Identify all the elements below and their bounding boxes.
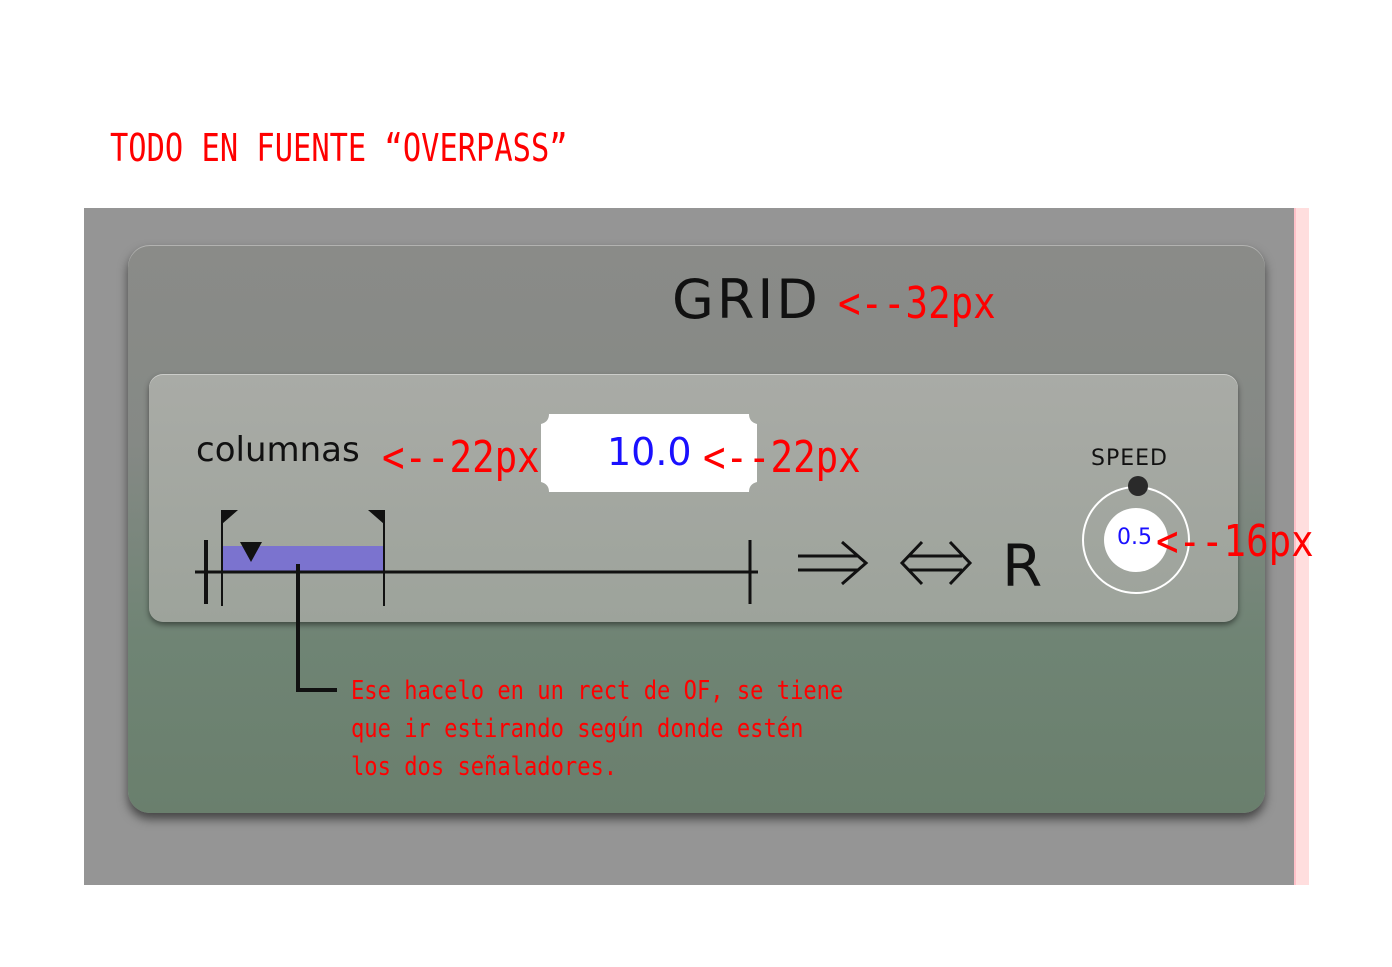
speed-knob-handle[interactable] [1128, 476, 1148, 496]
speed-value: 0.5 [1117, 525, 1152, 550]
label-size-annotation: <--22px [382, 432, 540, 483]
range-track[interactable] [190, 500, 770, 610]
range-annotation: Ese hacelo en un rect de OF, se tiene qu… [351, 676, 844, 782]
title-size-annotation: <--32px [838, 278, 996, 329]
columns-label: columnas [196, 430, 360, 470]
columns-value-input[interactable]: 10.0 [607, 430, 692, 474]
reset-icon[interactable]: R [1002, 532, 1042, 600]
speed-size-annotation: <--16px [1156, 516, 1314, 567]
arrow-left-right-icon[interactable] [899, 540, 973, 586]
panel-title: GRID [672, 268, 821, 331]
arrow-right-icon[interactable] [798, 540, 869, 586]
font-note: TODO EN FUENTE “OVERPASS” [110, 126, 568, 170]
callout-line [296, 564, 337, 692]
transport-icons: R [798, 532, 1042, 600]
value-size-annotation: <--22px [703, 432, 861, 483]
